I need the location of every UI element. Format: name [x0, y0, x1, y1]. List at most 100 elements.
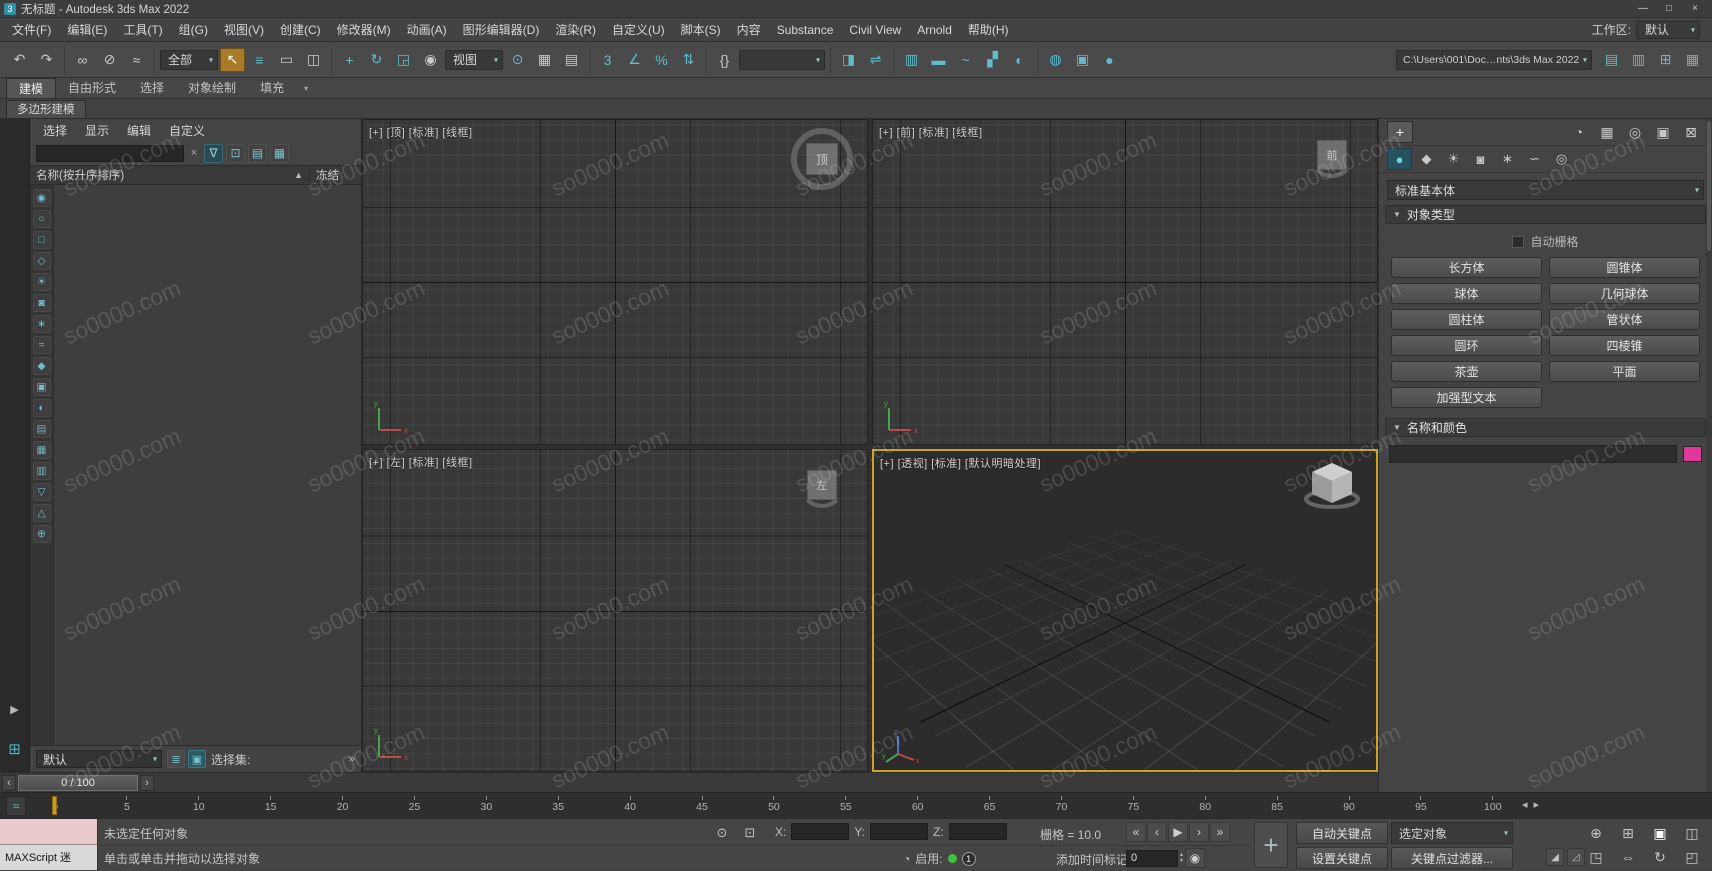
- maximize-button[interactable]: □: [1656, 0, 1682, 17]
- explorer-options-icon[interactable]: ▣: [188, 750, 206, 768]
- separator[interactable]: [1037, 46, 1038, 73]
- time-slider[interactable]: ‹ 0 / 100 ›: [0, 772, 1378, 792]
- workspace-selector[interactable]: 默认: [1636, 20, 1700, 39]
- separator[interactable]: [154, 46, 155, 73]
- mini-curve-editor-button[interactable]: ≈: [6, 796, 26, 816]
- menu-item[interactable]: 编辑(E): [59, 19, 115, 41]
- rollout-name-and-color[interactable]: ▼ 名称和颜色: [1385, 418, 1706, 437]
- x-coordinate-field[interactable]: [791, 823, 850, 840]
- schematic-view-icon[interactable]: ▞: [980, 48, 1005, 72]
- ribbon-tab[interactable]: 选择: [128, 78, 176, 98]
- selection-filter-dropdown[interactable]: 全部: [160, 49, 218, 70]
- trackbar-right-arrow-icon[interactable]: ▸: [1534, 798, 1540, 811]
- curve-editor-icon[interactable]: ~: [953, 48, 978, 72]
- viewport-label[interactable]: [+] [透视] [标准] [默认明暗处理]: [880, 455, 1041, 471]
- menu-item[interactable]: 内容: [729, 19, 769, 41]
- filter-funnel-icon[interactable]: ∇: [204, 143, 223, 163]
- add-time-tag-button[interactable]: 添加时间标记: [1056, 851, 1128, 868]
- ribbon-tab[interactable]: 建模: [6, 78, 57, 98]
- explorer-object-list[interactable]: ◉ ○ □ ◇ ☀ ◙ ∗ ≈ ◆ ▣ ◐ ▤ ▦ ▥ ▽ △ ⊕: [30, 185, 361, 745]
- separator[interactable]: [706, 46, 707, 73]
- menu-item[interactable]: Substance: [769, 19, 842, 41]
- render-setup-icon[interactable]: ◍: [1043, 48, 1068, 72]
- snaps-toggle-icon[interactable]: 3: [595, 48, 620, 72]
- isolate-selection-toggle-icon[interactable]: ⊙: [712, 823, 732, 843]
- menu-item[interactable]: 渲染(R): [547, 19, 604, 41]
- time-slider-handle[interactable]: 0 / 100: [18, 774, 138, 791]
- zoom-region-icon[interactable]: ◳: [1580, 845, 1612, 869]
- primitive-button[interactable]: 茶壶: [1391, 361, 1542, 382]
- z-coordinate-field[interactable]: [948, 823, 1007, 840]
- explorer-menu-item[interactable]: 自定义: [160, 122, 214, 139]
- select-and-rotate-icon[interactable]: ↻: [364, 48, 389, 72]
- align-icon[interactable]: ⇌: [863, 48, 888, 72]
- set-key-large-button[interactable]: +: [1254, 822, 1288, 868]
- search-clear-icon[interactable]: ×: [188, 147, 200, 159]
- selection-lock-toggle-icon[interactable]: ⊡: [740, 823, 760, 843]
- zoom-all-icon[interactable]: ⊞: [1612, 821, 1644, 845]
- display-all-icon[interactable]: ◉: [32, 189, 51, 207]
- viewport-top[interactable]: [+] [顶] [标准] [线框] 顶 y x: [362, 119, 868, 445]
- frozen-column-label[interactable]: 冻结: [309, 167, 361, 183]
- collapse-all-icon[interactable]: △: [32, 504, 51, 522]
- viewport-layout-tabs-icon[interactable]: ⊞: [8, 740, 21, 758]
- zoom-icon[interactable]: ⊕: [1580, 821, 1612, 845]
- display-geometry-icon[interactable]: □: [32, 231, 51, 249]
- menu-item[interactable]: 组(G): [171, 19, 216, 41]
- trackbar-left-arrow-icon[interactable]: ◂: [1522, 798, 1528, 811]
- go-to-end-button[interactable]: »: [1210, 822, 1230, 842]
- unlink-selection-icon[interactable]: ⊘: [97, 48, 122, 72]
- rollout-object-type[interactable]: ▼ 对象类型: [1385, 205, 1706, 224]
- display-space-warps-icon[interactable]: ≈: [32, 336, 51, 354]
- edit-named-selection-sets-icon[interactable]: {}: [712, 48, 737, 72]
- zoom-extents-icon[interactable]: ▣: [1644, 821, 1676, 845]
- rendered-frame-window-icon[interactable]: ▣: [1070, 48, 1095, 72]
- helpers-category-icon[interactable]: ∗: [1495, 148, 1520, 170]
- layer-list-icon[interactable]: ≣: [167, 750, 185, 768]
- primitive-button[interactable]: 长方体: [1391, 257, 1542, 278]
- primitive-button[interactable]: 几何球体: [1549, 283, 1700, 304]
- cameras-category-icon[interactable]: ◙: [1468, 148, 1493, 170]
- project-folder-icon[interactable]: ▤: [1599, 48, 1624, 72]
- primitive-button[interactable]: 圆环: [1391, 335, 1542, 356]
- separator[interactable]: [331, 46, 332, 73]
- viewport-label[interactable]: [+] [顶] [标准] [线框]: [369, 124, 473, 140]
- time-step-back-button[interactable]: ‹: [2, 774, 16, 791]
- explorer-menu-item[interactable]: 选择: [34, 122, 76, 139]
- object-name-field[interactable]: [1389, 445, 1677, 463]
- auto-key-button[interactable]: 自动关键点: [1296, 822, 1388, 844]
- menu-item[interactable]: Arnold: [909, 19, 960, 41]
- degradation-icon[interactable]: ◔: [903, 852, 910, 866]
- render-production-icon[interactable]: ●: [1097, 48, 1122, 72]
- menu-item[interactable]: 自定义(U): [604, 19, 673, 41]
- toggle-scene-explorer-icon[interactable]: ▥: [899, 48, 924, 72]
- viewport-left[interactable]: [+] [左] [标准] [线框] 左 y x: [362, 449, 868, 772]
- utilities-tab-icon[interactable]: ⊠: [1678, 121, 1704, 143]
- key-mode-toggle-icon[interactable]: ◉: [1185, 848, 1206, 868]
- select-and-link-icon[interactable]: ∞: [70, 48, 95, 72]
- separator[interactable]: [893, 46, 894, 73]
- key-filters-button[interactable]: 关键点过滤器...: [1391, 847, 1513, 869]
- display-shapes-icon[interactable]: ◇: [32, 252, 51, 270]
- primitive-button[interactable]: 管状体: [1549, 309, 1700, 330]
- systems-category-icon[interactable]: ◎: [1549, 148, 1574, 170]
- explorer-search-input[interactable]: [36, 144, 184, 162]
- key-tangent-in-icon[interactable]: ◢: [1546, 848, 1564, 866]
- sort-ascending-icon[interactable]: ▲: [294, 170, 303, 180]
- new-selection-set-icon[interactable]: ▤: [248, 143, 267, 163]
- motion-tab-icon[interactable]: ◎: [1622, 121, 1648, 143]
- display-lights-icon[interactable]: ☀: [32, 273, 51, 291]
- name-column-label[interactable]: 名称(按升序排序): [36, 167, 124, 183]
- viewport-label[interactable]: [+] [前] [标准] [线框]: [879, 124, 983, 140]
- menu-item[interactable]: 修改器(M): [329, 19, 399, 41]
- create-tab-icon[interactable]: +: [1387, 121, 1413, 143]
- select-by-name-icon[interactable]: ≡: [247, 48, 272, 72]
- select-object-icon[interactable]: ↖: [220, 47, 245, 72]
- project-path-field[interactable]: C:\Users\001\Doc…nts\3ds Max 2022: [1396, 49, 1592, 70]
- expand-panel-arrow-icon[interactable]: ▶: [10, 703, 18, 716]
- mirror-icon[interactable]: ◨: [836, 48, 861, 72]
- current-frame-field[interactable]: 0: [1126, 849, 1178, 867]
- layer-mode-icon[interactable]: ▥: [32, 462, 51, 480]
- reference-coordinate-dropdown[interactable]: 视图: [445, 49, 503, 70]
- maxscript-mini-listener[interactable]: MAXScript 迷: [0, 819, 98, 871]
